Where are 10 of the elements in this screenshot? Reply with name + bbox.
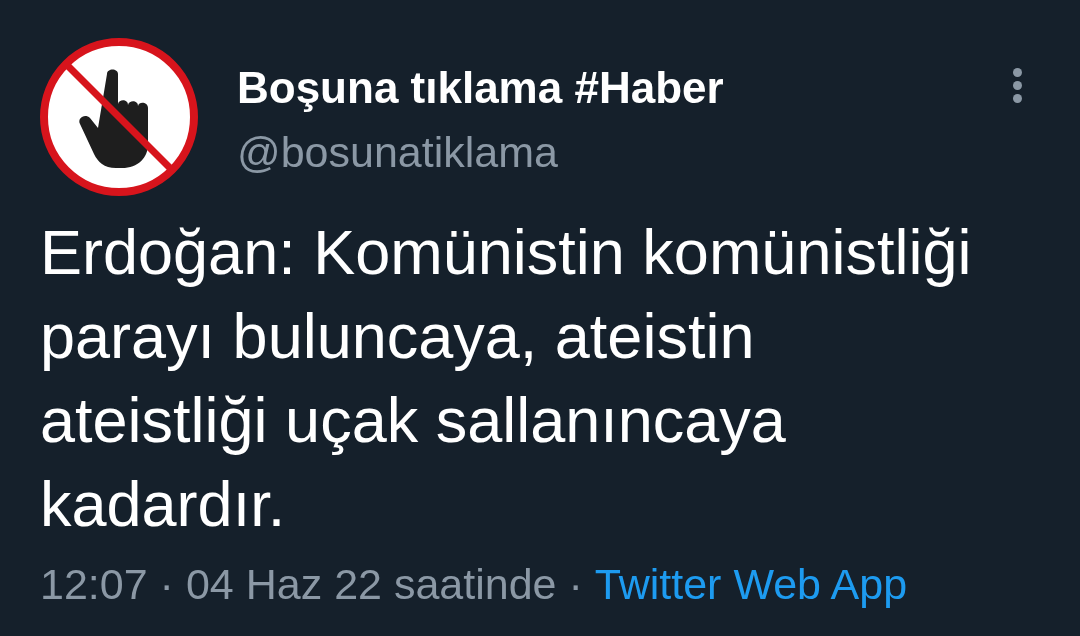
timestamp-text: 12:07 xyxy=(40,559,148,610)
separator-dot: · xyxy=(568,559,583,610)
source-link[interactable]: Twitter Web App xyxy=(594,558,908,610)
author-name[interactable]: Boşuna tıklama #Haber xyxy=(237,62,1013,114)
no-pointing-hand-icon xyxy=(38,36,200,198)
timestamp-text: 04 Haz 22 saatinde xyxy=(185,559,557,610)
separator-dot: · xyxy=(159,559,174,610)
author-handle[interactable]: @bosunatiklama xyxy=(237,126,1013,178)
more-options-icon[interactable] xyxy=(1013,68,1022,103)
tweet-text: Erdoğan: Komünistin komünistliği parayı buluncaya, ateistin ateistliği uçak sallanıncaya kadardır. xyxy=(40,216,973,541)
